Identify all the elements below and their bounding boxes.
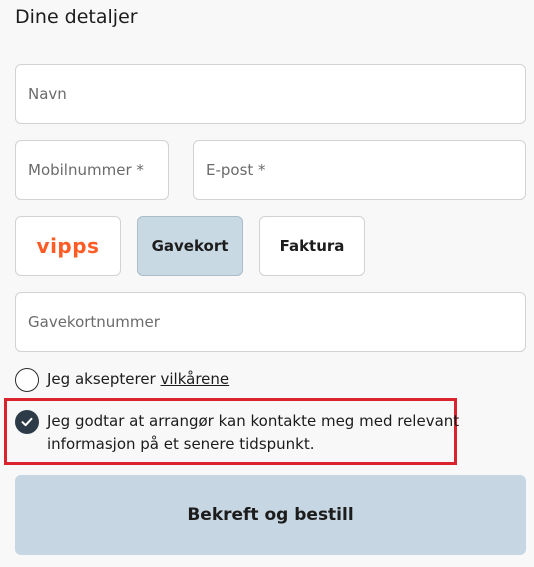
giftcard-number-field[interactable] bbox=[15, 292, 526, 352]
email-field[interactable] bbox=[193, 140, 526, 200]
name-field[interactable] bbox=[15, 64, 526, 124]
consent-label: Jeg godtar at arrangør kan kontakte meg … bbox=[47, 412, 460, 453]
terms-checkbox[interactable] bbox=[15, 368, 39, 392]
terms-label: Jeg aksepterer vilkårene bbox=[47, 368, 229, 391]
invoice-payment-button[interactable]: Faktura bbox=[259, 216, 365, 276]
giftcard-number-input[interactable] bbox=[16, 293, 525, 351]
name-input[interactable] bbox=[16, 65, 525, 123]
vipps-payment-button[interactable]: vipps bbox=[15, 216, 121, 276]
confirm-order-button[interactable]: Bekreft og bestill bbox=[15, 475, 526, 555]
terms-link[interactable]: vilkårene bbox=[161, 370, 230, 388]
consent-checkbox[interactable] bbox=[15, 410, 39, 434]
consent-row: Jeg godtar at arrangør kan kontakte meg … bbox=[15, 410, 465, 456]
checkmark-icon bbox=[21, 417, 33, 427]
email-input[interactable] bbox=[194, 141, 525, 199]
terms-row: Jeg aksepterer vilkårene bbox=[15, 368, 229, 392]
phone-field[interactable] bbox=[15, 140, 169, 200]
terms-prefix: Jeg aksepterer bbox=[47, 370, 161, 388]
vipps-logo: vipps bbox=[36, 234, 100, 258]
giftcard-payment-button[interactable]: Gavekort bbox=[137, 216, 243, 276]
page-title: Dine detaljer bbox=[15, 6, 138, 28]
phone-input[interactable] bbox=[16, 141, 168, 199]
